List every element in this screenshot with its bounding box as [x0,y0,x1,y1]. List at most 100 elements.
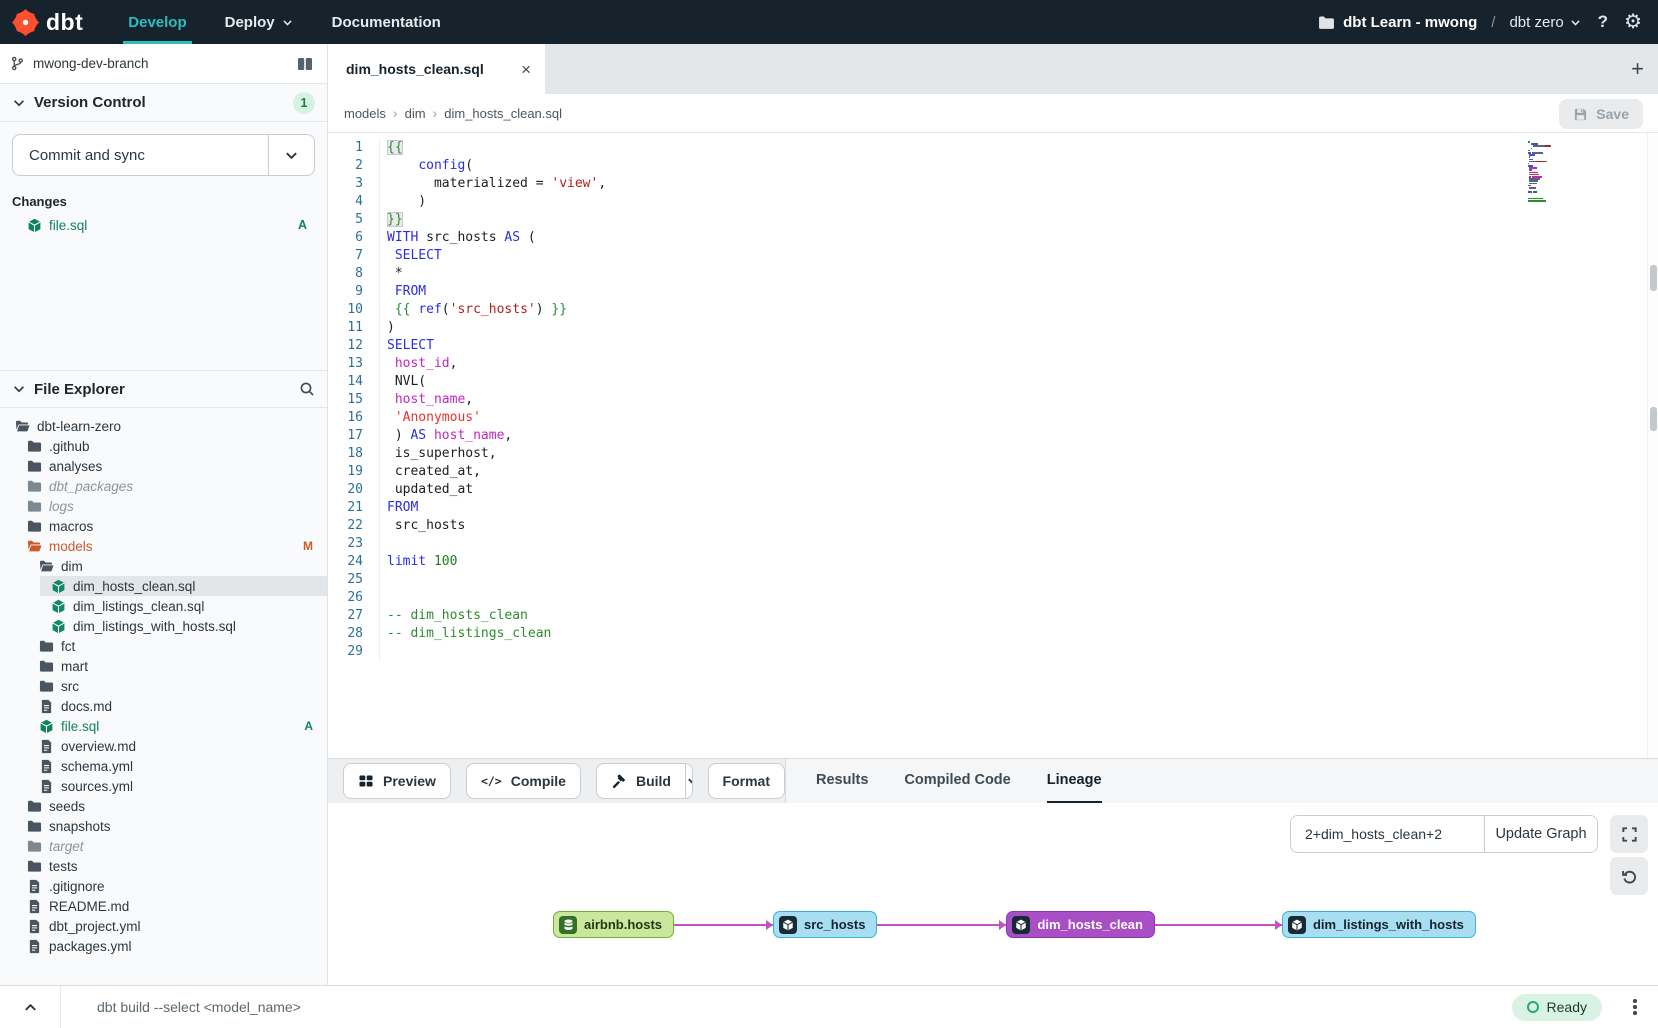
tree-item-docs-md[interactable]: docs.md [0,696,327,716]
commit-and-sync-button[interactable]: Commit and sync [12,134,315,176]
code-line[interactable]: 26 [328,589,1658,607]
branch-row[interactable]: mwong-dev-branch [0,44,327,84]
gear-icon[interactable]: ⚙ [1624,12,1642,32]
tree-item-seeds[interactable]: seeds [0,796,327,816]
code-line[interactable]: 21FROM [328,499,1658,517]
tree-item-overview-md[interactable]: overview.md [0,736,327,756]
fullscreen-button[interactable] [1610,815,1648,853]
tree-item-readme-md[interactable]: README.md [0,896,327,916]
code-line[interactable]: 8 * [328,265,1658,283]
update-graph-button[interactable]: Update Graph [1484,816,1597,852]
code-line[interactable]: 12SELECT [328,337,1658,355]
project-switcher[interactable]: dbt Learn - mwong [1318,14,1477,31]
tree-item-dbt-learn-zero[interactable]: dbt-learn-zero [0,416,327,436]
editor-tab-dim-hosts-clean[interactable]: dim_hosts_clean.sql × [328,44,545,94]
reset-graph-button[interactable] [1610,857,1648,895]
save-button[interactable]: Save [1559,99,1643,129]
environment-switcher[interactable]: dbt zero [1509,14,1581,31]
tab-compiled-code[interactable]: Compiled Code [904,759,1010,803]
version-control-header[interactable]: Version Control 1 [0,84,327,122]
breadcrumb-dim[interactable]: dim [405,106,426,121]
changed-file-row[interactable]: file.sql A [0,213,327,237]
lineage-node-dim-hosts-clean[interactable]: dim_hosts_clean [1006,911,1155,938]
tree-item-dim-listings-clean-sql[interactable]: dim_listings_clean.sql [0,596,327,616]
search-icon[interactable] [299,381,315,397]
tree-item-macros[interactable]: macros [0,516,327,536]
code-editor[interactable]: 1{{2 config(3 materialized = 'view',4 )5… [328,133,1658,758]
tree-item-models[interactable]: modelsM [0,536,327,556]
tree-item-tests[interactable]: tests [0,856,327,876]
code-line[interactable]: 19 created_at, [328,463,1658,481]
tree-item-dim-listings-with-hosts-sql[interactable]: dim_listings_with_hosts.sql [0,616,327,636]
tree-item-target[interactable]: target [0,836,327,856]
breadcrumb-models[interactable]: models [344,106,386,121]
scrollbar-thumb[interactable] [1650,265,1657,291]
code-line[interactable]: 27-- dim_hosts_clean [328,607,1658,625]
breadcrumb-file[interactable]: dim_hosts_clean.sql [444,106,562,121]
code-line[interactable]: 29 [328,643,1658,661]
tree-item-dbt-project-yml[interactable]: dbt_project.yml [0,916,327,936]
code-line[interactable]: 14 NVL( [328,373,1658,391]
code-line[interactable]: 18 is_superhost, [328,445,1658,463]
code-line[interactable]: 10 {{ ref('src_hosts') }} [328,301,1658,319]
command-input[interactable]: dbt build --select <model_name> [61,999,1512,1015]
code-line[interactable]: 15 host_name, [328,391,1658,409]
nav-item-documentation[interactable]: Documentation [313,0,460,44]
lineage-node-airbnb-hosts[interactable]: airbnb.hosts [553,911,674,938]
file-explorer-header[interactable]: File Explorer [0,370,327,408]
build-button[interactable]: Build [597,764,685,798]
code-line[interactable]: 17 ) AS host_name, [328,427,1658,445]
tree-item-snapshots[interactable]: snapshots [0,816,327,836]
code-line[interactable]: 28-- dim_listings_clean [328,625,1658,643]
tree-item-dbt-packages[interactable]: dbt_packages [0,476,327,496]
kebab-menu-icon[interactable] [1620,999,1650,1015]
nav-item-deploy[interactable]: Deploy [206,0,313,44]
nav-item-develop[interactable]: Develop [109,0,205,44]
code-line[interactable]: 9 FROM [328,283,1658,301]
commit-options-caret[interactable] [268,135,314,175]
scrollbar-thumb[interactable] [1650,407,1657,431]
docs-panel-icon[interactable] [297,57,313,71]
code-line[interactable]: 22 src_hosts [328,517,1658,535]
tree-item-schema-yml[interactable]: schema.yml [0,756,327,776]
tree-item-analyses[interactable]: analyses [0,456,327,476]
tree-item--gitignore[interactable]: .gitignore [0,876,327,896]
tree-item-mart[interactable]: mart [0,656,327,676]
tree-item-fct[interactable]: fct [0,636,327,656]
code-line[interactable]: 25 [328,571,1658,589]
code-line[interactable]: 23 [328,535,1658,553]
code-line[interactable]: 2 config( [328,157,1658,175]
code-line[interactable]: 11) [328,319,1658,337]
code-line[interactable]: 3 materialized = 'view', [328,175,1658,193]
code-line[interactable]: 7 SELECT [328,247,1658,265]
tree-item-sources-yml[interactable]: sources.yml [0,776,327,796]
tree-item-logs[interactable]: logs [0,496,327,516]
code-line[interactable]: 24limit 100 [328,553,1658,571]
tree-item-src[interactable]: src [0,676,327,696]
lineage-node-src-hosts[interactable]: src_hosts [773,911,877,938]
editor-minimap[interactable] [1528,141,1560,204]
tree-item-dim[interactable]: dim [0,556,327,576]
lineage-selector-input[interactable] [1291,816,1484,852]
editor-scrollbar[interactable] [1647,133,1658,758]
tree-item-file-sql[interactable]: file.sqlA [0,716,327,736]
tree-item-dim-hosts-clean-sql[interactable]: dim_hosts_clean.sql [40,576,327,596]
build-options-caret[interactable] [685,764,693,798]
lineage-node-dim-listings-with-hosts[interactable]: dim_listings_with_hosts [1282,911,1476,938]
close-icon[interactable]: × [521,61,531,78]
tree-item--github[interactable]: .github [0,436,327,456]
new-tab-button[interactable]: + [1631,44,1644,94]
command-bar-toggle[interactable] [0,986,61,1028]
code-line[interactable]: 1{{ [328,139,1658,157]
dbt-logo[interactable]: dbt [0,0,109,44]
help-icon[interactable]: ? [1596,12,1610,32]
code-line[interactable]: 13 host_id, [328,355,1658,373]
code-line[interactable]: 5}} [328,211,1658,229]
tab-lineage[interactable]: Lineage [1047,759,1102,803]
code-line[interactable]: 4 ) [328,193,1658,211]
preview-button[interactable]: Preview [343,763,451,799]
format-button[interactable]: Format [708,763,785,799]
tab-results[interactable]: Results [816,759,868,803]
compile-button[interactable]: </> Compile [466,763,581,799]
code-line[interactable]: 6WITH src_hosts AS ( [328,229,1658,247]
